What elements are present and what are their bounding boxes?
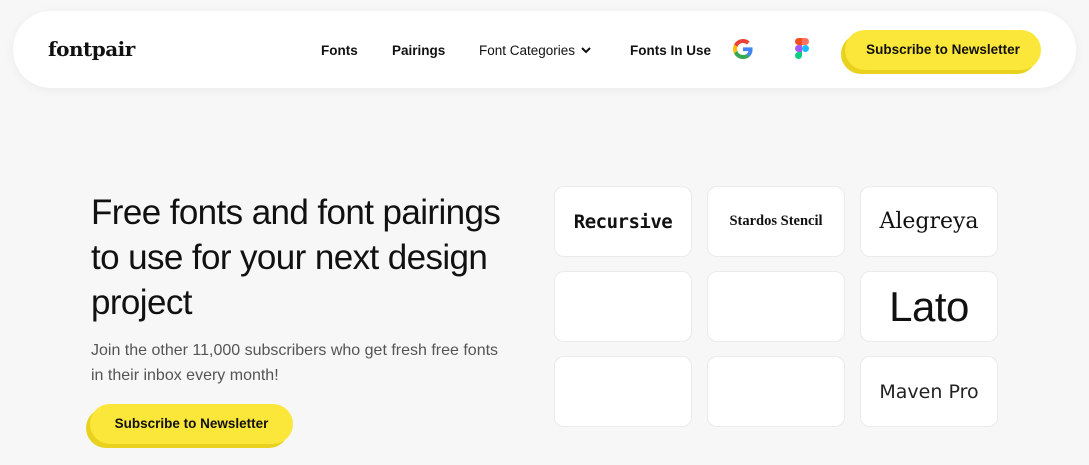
font-card-lato[interactable]: Lato <box>860 271 998 342</box>
subscribe-newsletter-button[interactable]: Subscribe to Newsletter <box>845 30 1041 70</box>
chevron-down-icon <box>581 47 591 54</box>
top-navbar: fontpair Fonts Pairings Font Categories … <box>13 11 1076 88</box>
font-card-label: Recursive <box>573 210 673 233</box>
nav-link-font-categories-label: Font Categories <box>479 43 576 58</box>
font-card-label: Lato <box>889 282 969 330</box>
font-card-alegreya[interactable]: Alegreya <box>860 186 998 257</box>
font-card-empty[interactable] <box>707 356 845 427</box>
hero-subtitle: Join the other 11,000 subscribers who ge… <box>91 342 499 384</box>
font-card-label: Maven Pro <box>879 380 979 403</box>
google-icon[interactable] <box>733 39 753 59</box>
nav-link-pairings[interactable]: Pairings <box>392 43 445 58</box>
hero-title: Free fonts and font pairings to use for … <box>91 193 501 322</box>
font-card-maven-pro[interactable]: Maven Pro <box>860 356 998 427</box>
nav-link-fonts-in-use[interactable]: Fonts In Use <box>630 43 711 58</box>
font-card-empty[interactable] <box>554 271 692 342</box>
nav-link-fonts[interactable]: Fonts <box>321 43 358 58</box>
figma-icon[interactable] <box>795 38 809 59</box>
font-card-recursive[interactable]: Recursive <box>554 186 692 257</box>
font-card-empty[interactable] <box>554 356 692 427</box>
font-card-label: Stardos Stencil <box>729 213 823 229</box>
font-card-label: Alegreya <box>879 209 979 234</box>
hero-subscribe-button[interactable]: Subscribe to Newsletter <box>90 404 293 444</box>
nav-link-font-categories[interactable]: Font Categories <box>479 43 591 58</box>
font-card-stardos-stencil[interactable]: Stardos Stencil <box>707 186 845 257</box>
logo[interactable]: fontpair <box>48 37 135 61</box>
font-card-empty[interactable] <box>707 271 845 342</box>
